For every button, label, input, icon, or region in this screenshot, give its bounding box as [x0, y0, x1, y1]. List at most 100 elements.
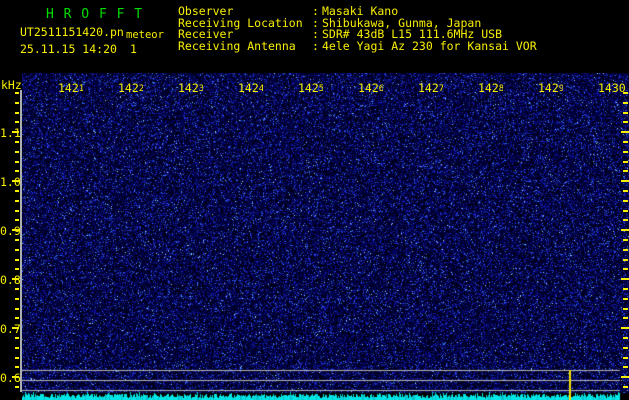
time-label-minute-digit: 2: [138, 84, 143, 94]
frequency-tick-left: [15, 111, 19, 114]
time-axis-label: 142 1: [58, 81, 83, 95]
frequency-tick-left: [15, 258, 19, 261]
frequency-tick-right: [621, 278, 629, 281]
frequency-tick-left: [15, 346, 19, 349]
frequency-tick-right: [623, 337, 628, 339]
frequency-tick-right: [623, 121, 628, 124]
time-label-minute-digit: 9: [558, 84, 563, 94]
station-info-block: Observer: Masaki Kano Receiving Location: S…: [178, 5, 537, 53]
time-label-main: 142: [418, 81, 439, 95]
frequency-tick-right: [623, 219, 628, 222]
frequency-tick-left: [15, 268, 19, 271]
frequency-tick-right: [623, 101, 628, 104]
time-label-main: 142: [178, 81, 199, 95]
frequency-tick-right: [623, 199, 628, 202]
frequency-tick-right: [623, 248, 628, 251]
frequency-axis-label: 0.8: [0, 273, 21, 288]
frequency-tick-right: [623, 190, 628, 192]
frequency-tick-right: [623, 288, 628, 290]
time-label-minute-digit: 8: [498, 84, 503, 94]
frequency-tick-right: [623, 366, 628, 369]
time-label-minute-digit: 4: [258, 84, 263, 94]
frequency-tick-right: [623, 307, 628, 310]
time-label-minute-digit: 7: [438, 84, 443, 94]
time-label-main: 142: [298, 81, 319, 95]
frequency-axis-label: 1.0: [0, 175, 21, 190]
frequency-tick-right: [621, 131, 629, 134]
frequency-axis-label: 1.1: [0, 126, 21, 141]
frequency-tick-left: [15, 307, 19, 310]
frequency-tick-left: [15, 288, 19, 290]
frequency-tick-left: [15, 219, 19, 222]
time-axis-label: 142 6: [358, 81, 383, 95]
frequency-tick-left: [15, 356, 19, 359]
frequency-tick-right: [623, 239, 628, 241]
frequency-tick-right: [621, 327, 629, 330]
observation-datetime: 25.11.15 14:20: [20, 42, 117, 56]
time-label-main: 142: [538, 81, 559, 95]
frequency-tick-left: [15, 141, 19, 143]
frequency-tick-left: [15, 386, 19, 388]
frequency-tick-left: [15, 92, 19, 94]
frequency-tick-left: [15, 337, 19, 339]
time-axis-label: 142 8: [478, 81, 503, 95]
frequency-tick-right: [621, 376, 629, 379]
time-axis-label: 142 2: [118, 81, 143, 95]
frequency-tick-right: [623, 160, 628, 163]
frequency-tick-right: [623, 346, 628, 349]
time-axis-label: 142 3: [178, 81, 203, 95]
station-info-row: Receiving Antenna:4ele Yagi Az 230 for K…: [178, 38, 537, 53]
frequency-tick-right: [623, 111, 628, 114]
frequency-tick-left: [15, 160, 19, 163]
frequency-tick-right: [623, 297, 628, 300]
frequency-tick-right: [623, 386, 628, 388]
frequency-tick-left: [15, 170, 19, 173]
frequency-axis-unit: kHz: [1, 78, 22, 92]
time-label-main: 142: [118, 81, 139, 95]
time-label-main: 142: [58, 81, 79, 95]
time-label-minute-digit: 3: [198, 84, 203, 94]
frequency-tick-left: [15, 297, 19, 300]
frequency-tick-left: [15, 190, 19, 192]
frequency-tick-right: [623, 141, 628, 143]
info-separator: :: [312, 38, 319, 53]
frequency-tick-left: [15, 366, 19, 369]
time-axis-label: 142 7: [418, 81, 443, 95]
frequency-tick-right: [623, 317, 628, 320]
frequency-tick-right: [623, 356, 628, 359]
time-label-main: 142: [238, 81, 259, 95]
time-label-main: 142: [478, 81, 499, 95]
time-axis-label: 142 5: [298, 81, 323, 95]
frequency-tick-right: [621, 180, 629, 183]
frequency-tick-left: [15, 121, 19, 124]
frequency-tick-left: [15, 209, 19, 212]
frequency-tick-left: [15, 317, 19, 320]
frequency-axis-label: 0.6: [0, 371, 21, 386]
time-label-minute-digit: 5: [318, 84, 323, 94]
app-title: H R O F F T: [46, 7, 144, 22]
frequency-axis-label: 0.9: [0, 224, 21, 239]
time-axis-label: 142 9: [538, 81, 563, 95]
output-filename: UT2511151420.pn: [20, 25, 124, 39]
frequency-tick-right: [621, 229, 629, 232]
frequency-tick-left: [15, 239, 19, 241]
frequency-tick-left: [15, 150, 19, 153]
spectrogram-canvas: [22, 73, 629, 400]
time-label-minute-digit: 6: [378, 84, 383, 94]
time-label-minute-digit: 1: [78, 84, 83, 94]
frequency-tick-right: [623, 92, 628, 94]
time-label-main: 142: [358, 81, 379, 95]
frequency-tick-left: [15, 248, 19, 251]
info-value: 4ele Yagi Az 230 for Kansai VOR: [322, 38, 537, 53]
frequency-tick-left: [15, 199, 19, 202]
observation-code: meteor: [126, 29, 164, 41]
frequency-tick-right: [623, 268, 628, 271]
info-label: Receiving Antenna: [178, 38, 296, 53]
segment-counter: 1: [130, 42, 137, 56]
frequency-tick-right: [623, 150, 628, 153]
frequency-axis-label: 0.7: [0, 322, 21, 337]
frequency-tick-right: [623, 258, 628, 261]
hrofft-window: H R O F F T UT2511151420.pn meteor 25.11…: [0, 0, 629, 400]
frequency-tick-right: [623, 170, 628, 173]
time-axis-label: 1430: [598, 81, 626, 95]
